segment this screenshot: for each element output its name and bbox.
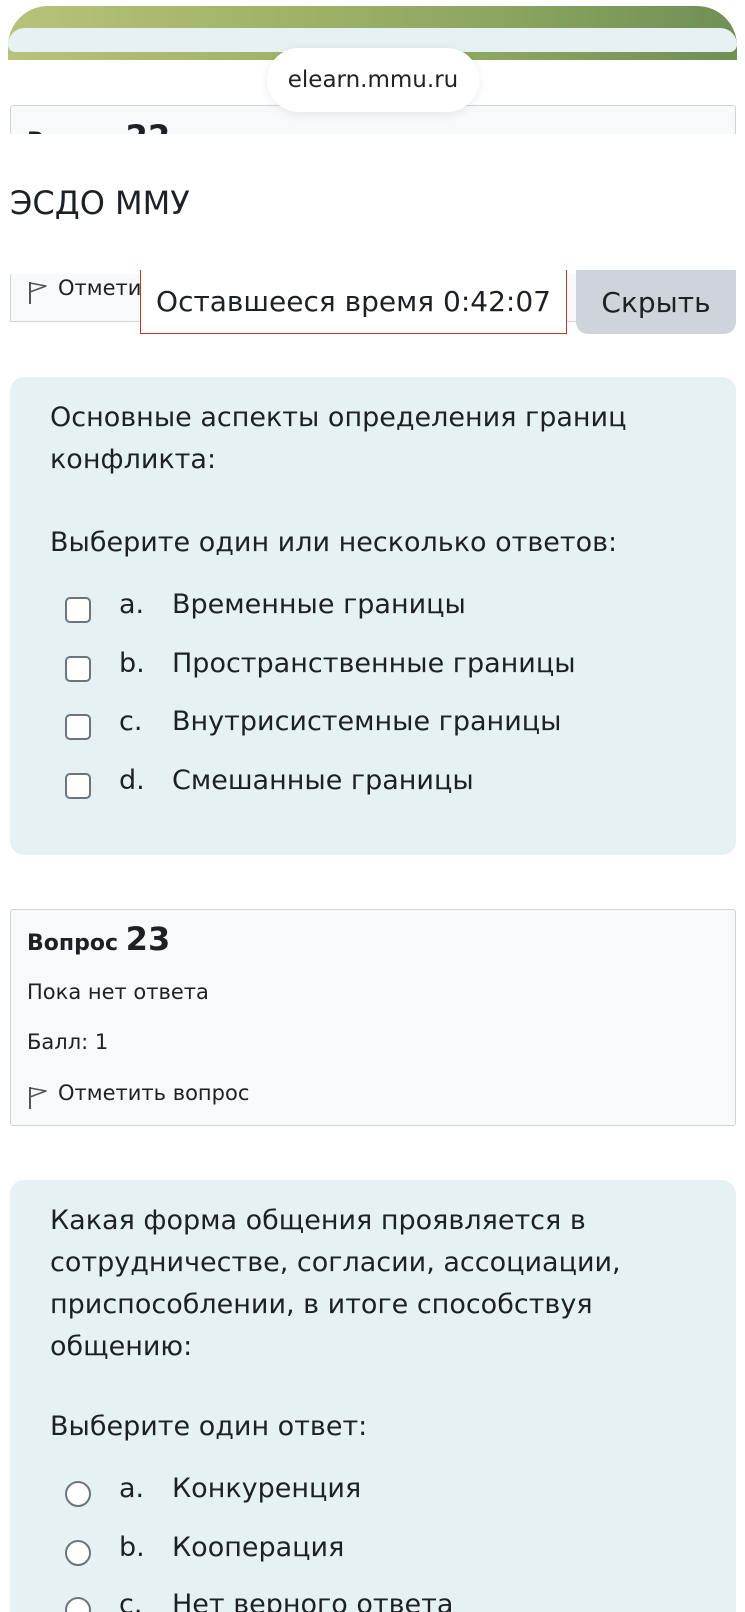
question-23-content: Какая форма общения проявляется в сотруд… (10, 1180, 736, 1612)
checkbox[interactable] (65, 656, 91, 682)
option-letter: a. (119, 1473, 145, 1504)
option-letter: b. (119, 1532, 145, 1563)
checkbox[interactable] (65, 597, 91, 623)
radio-button[interactable] (65, 1597, 91, 1612)
answer-option-a[interactable]: a. Временные границы (65, 585, 466, 625)
option-label[interactable]: Внутрисистемные границы (172, 702, 561, 742)
flag-question-label[interactable]: Отмети (58, 276, 141, 300)
question-number: 23 (125, 920, 171, 958)
option-label[interactable]: Кооперация (172, 1528, 344, 1568)
radio-button[interactable] (65, 1481, 91, 1507)
flag-question-link[interactable]: Отметить вопрос (58, 1081, 249, 1105)
answer-prompt: Выберите один или несколько ответов: (50, 527, 618, 558)
answer-option-b[interactable]: b. Кооперация (65, 1528, 344, 1568)
flag-icon[interactable] (27, 1085, 49, 1115)
answer-status: Пока нет ответа (27, 980, 209, 1004)
answer-option-d[interactable]: d. Смешанные границы (65, 761, 474, 801)
time-remaining: Оставшееся время 0:42:07 (140, 270, 567, 334)
question-number-heading: Вопрос 23 (27, 920, 170, 958)
question-22-content: Основные аспекты определения границ конф… (10, 377, 736, 855)
option-label[interactable]: Нет верного ответа (172, 1585, 453, 1612)
question-23-info-card: Вопрос 23 Пока нет ответа Балл: 1 Отмети… (10, 909, 736, 1126)
option-letter: b. (119, 648, 145, 679)
hide-timer-button[interactable]: Скрыть (576, 270, 736, 334)
answer-option-c[interactable]: c. Нет верного ответа (65, 1585, 453, 1612)
radio-button[interactable] (65, 1540, 91, 1566)
answer-option-c[interactable]: c. Внутрисистемные границы (65, 702, 561, 742)
option-letter: d. (119, 765, 145, 796)
option-letter: c. (119, 706, 143, 737)
option-label[interactable]: Временные границы (172, 585, 466, 625)
option-label[interactable]: Смешанные границы (172, 761, 474, 801)
checkbox[interactable] (65, 773, 91, 799)
flag-icon (27, 280, 49, 310)
site-title[interactable]: ЭСДО ММУ (10, 184, 190, 222)
option-label[interactable]: Конкуренция (172, 1469, 361, 1509)
answer-prompt: Выберите один ответ: (50, 1411, 368, 1442)
option-label[interactable]: Пространственные границы (172, 644, 576, 684)
answer-option-b[interactable]: b. Пространственные границы (65, 644, 576, 684)
site-header: ЭСДО ММУ (0, 134, 745, 274)
option-letter: a. (119, 589, 145, 620)
checkbox[interactable] (65, 714, 91, 740)
question-text: Какая форма общения проявляется в сотруд… (50, 1205, 621, 1362)
url-bar[interactable]: elearn.mmu.ru (267, 48, 479, 112)
answer-option-a[interactable]: a. Конкуренция (65, 1469, 361, 1509)
option-letter: c. (119, 1589, 143, 1612)
question-text: Основные аспекты определения границ конф… (50, 402, 627, 475)
question-score: Балл: 1 (27, 1030, 109, 1054)
url-text: elearn.mmu.ru (287, 67, 459, 93)
question-label: Вопрос (27, 931, 118, 956)
